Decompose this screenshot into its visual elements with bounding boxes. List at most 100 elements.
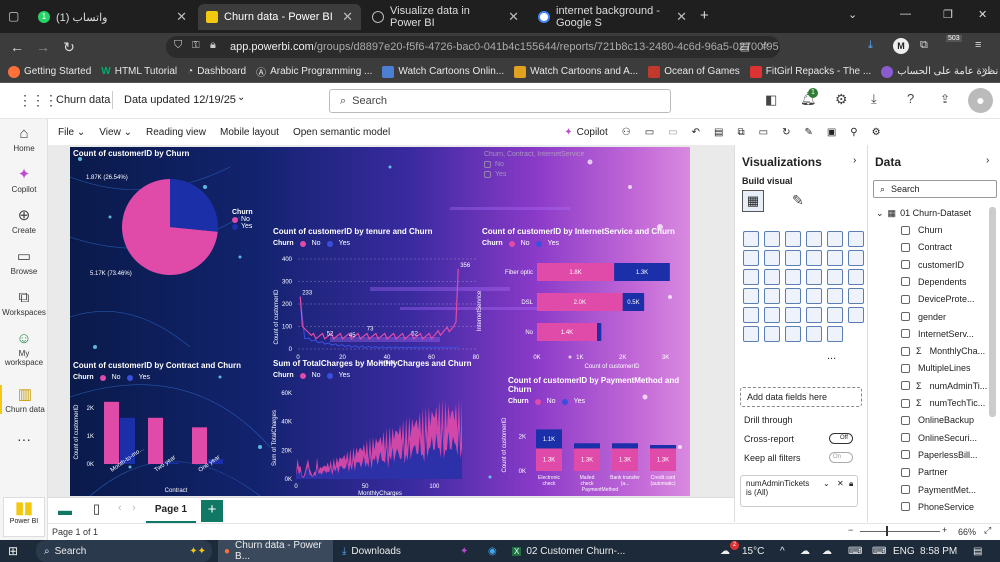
visual-type-icon[interactable]: [764, 250, 780, 266]
visual-type-icon[interactable]: [848, 307, 864, 323]
slicer-item[interactable]: Yes: [484, 171, 584, 178]
visual-type-icon[interactable]: [785, 269, 801, 285]
visual-type-icon[interactable]: [827, 269, 843, 285]
checkbox[interactable]: [901, 398, 910, 408]
visual-type-icon[interactable]: [743, 250, 759, 266]
lock-icon[interactable]: 🔒︎: [849, 479, 853, 489]
close-icon[interactable]: ✕: [176, 9, 187, 25]
reload-icon[interactable]: ↻: [56, 39, 82, 56]
time[interactable]: 8:58 PM: [920, 540, 957, 562]
bookmark-getting-started[interactable]: Getting Started: [8, 65, 91, 78]
tab-page-1[interactable]: Page 1: [146, 498, 196, 524]
visual-type-icon[interactable]: [827, 288, 843, 304]
visual-type-icon[interactable]: [764, 288, 780, 304]
checkbox[interactable]: [901, 381, 910, 391]
more-visuals-button[interactable]: ...: [827, 350, 836, 362]
chevron-down-icon[interactable]: ⌄: [823, 479, 830, 488]
field-item[interactable]: DeviceProte...: [901, 294, 975, 304]
checkbox[interactable]: [901, 433, 910, 443]
windows-start-icon[interactable]: ⊞: [8, 540, 18, 562]
sync-icon[interactable]: ↻: [782, 127, 790, 138]
back-icon[interactable]: ←: [4, 39, 30, 55]
field-item[interactable]: OnlineSecuri...: [901, 433, 977, 443]
bookmark-star-icon[interactable]: ☆: [760, 39, 770, 52]
chevron-right-icon[interactable]: »: [982, 65, 988, 76]
file-menu[interactable]: File ⌄: [58, 127, 85, 138]
visual-type-icon[interactable]: [764, 269, 780, 285]
field-item[interactable]: InternetServ...: [901, 329, 974, 339]
more-options-icon[interactable]: ⚙: [872, 127, 881, 138]
field-item[interactable]: Contract: [901, 242, 952, 252]
filter-card[interactable]: numAdminTickets is (All) ⌄ ✕ 🔒︎: [740, 475, 858, 507]
data-updated[interactable]: Data updated 12/19/25: [124, 94, 236, 106]
prev-page-icon[interactable]: ‹: [118, 502, 122, 514]
field-item[interactable]: ΣnumAdminTi...: [901, 381, 987, 391]
keep-filters-toggle[interactable]: On: [829, 452, 853, 463]
build-table-icon[interactable]: ▦: [742, 190, 764, 212]
onedrive-icon[interactable]: ☁: [800, 540, 810, 562]
gear-icon[interactable]: ⚙: [835, 91, 848, 108]
checkbox[interactable]: [901, 260, 910, 270]
help-icon[interactable]: ?: [907, 91, 914, 106]
bookmark-arabic-programming[interactable]: Ⓐ Arabic Programming ...: [256, 64, 372, 79]
language-indicator[interactable]: ENG: [893, 540, 915, 562]
bookmark-account[interactable]: نظرة عامة على الحساب: [881, 65, 998, 78]
edge-icon[interactable]: ◉: [488, 540, 497, 562]
chevron-down-icon[interactable]: ⌄: [237, 92, 245, 103]
field-item[interactable]: MultipleLines: [901, 363, 971, 373]
chevron-down-icon[interactable]: ⌄: [848, 8, 857, 21]
chevron-right-icon[interactable]: ›: [853, 155, 856, 166]
visual-type-icon[interactable]: [785, 231, 801, 247]
visual-type-icon[interactable]: [806, 307, 822, 323]
field-item[interactable]: Partner: [901, 467, 948, 477]
close-icon[interactable]: ✕: [508, 9, 519, 25]
visual-type-icon[interactable]: [827, 250, 843, 266]
present-icon[interactable]: ▭: [759, 127, 768, 138]
checkbox[interactable]: [901, 346, 910, 356]
checkbox[interactable]: [484, 161, 491, 168]
checkbox[interactable]: [901, 363, 910, 373]
visual-type-icon[interactable]: [785, 326, 801, 342]
next-page-icon[interactable]: ›: [132, 502, 136, 514]
bookmark-icon[interactable]: ▭: [668, 127, 677, 138]
field-item[interactable]: OnlineBackup: [901, 415, 974, 425]
checkbox[interactable]: [901, 225, 910, 235]
visual-type-icon[interactable]: [827, 231, 843, 247]
dataset-node[interactable]: ⌄ ▦ 01 Churn-Dataset: [876, 208, 971, 219]
data-search-input[interactable]: ⌕ Search: [873, 180, 997, 198]
checkbox[interactable]: [484, 171, 491, 178]
bookmark-fitgirl[interactable]: FitGirl Repacks - The ...: [749, 65, 871, 78]
visual-type-icon[interactable]: [806, 326, 822, 342]
nav-churn-data[interactable]: ▥ Churn data: [0, 385, 48, 414]
checkbox[interactable]: [901, 312, 910, 321]
notifications-icon[interactable]: ▤: [973, 540, 982, 562]
tenure-line-chart[interactable]: Count of customerID01002003004000 20 40 60 8…: [270, 247, 480, 365]
nav-workspaces[interactable]: ⧉ Workspaces: [0, 289, 48, 317]
legend-item-yes[interactable]: Yes: [232, 223, 253, 230]
checkbox[interactable]: [901, 415, 910, 425]
add-page-button[interactable]: +: [201, 500, 223, 522]
field-item[interactable]: ΣnumTechTic...: [901, 398, 985, 408]
checkbox[interactable]: [901, 502, 910, 512]
report-name[interactable]: Churn data: [56, 94, 110, 106]
address-bar[interactable]: ⛉ ⚿ 🔒︎ app.powerbi.com/groups/d8897e20-f…: [166, 36, 780, 58]
taskbar-app-downloads[interactable]: ⤓ Downloads: [338, 540, 401, 562]
visual-type-icon[interactable]: [848, 288, 864, 304]
cloud-icon[interactable]: ☁: [822, 540, 832, 562]
checkbox[interactable]: [901, 294, 910, 304]
tab-visualize[interactable]: Visualize data in Power BI ✕: [364, 4, 527, 30]
profile-avatar[interactable]: M: [893, 38, 909, 54]
shield-icon[interactable]: ⛉: [174, 39, 182, 52]
field-item[interactable]: customerID: [901, 260, 964, 270]
taskbar-search[interactable]: ⌕ Search ✦✦: [36, 540, 212, 562]
nav-browse[interactable]: ▭ Browse: [0, 247, 48, 276]
zoom-slider[interactable]: [860, 531, 940, 532]
bookmark-watch-cartoons-2[interactable]: Watch Cartoons and A...: [514, 65, 638, 78]
field-item[interactable]: PaymentMet...: [901, 485, 976, 495]
minimize-icon[interactable]: —: [900, 8, 911, 20]
visual-type-icon[interactable]: [827, 326, 843, 342]
visual-type-icon[interactable]: [785, 250, 801, 266]
permissions-icon[interactable]: ⚿: [192, 40, 200, 51]
visual-icon[interactable]: ⧉: [737, 127, 744, 138]
nav-home[interactable]: ⌂ Home: [0, 125, 48, 153]
